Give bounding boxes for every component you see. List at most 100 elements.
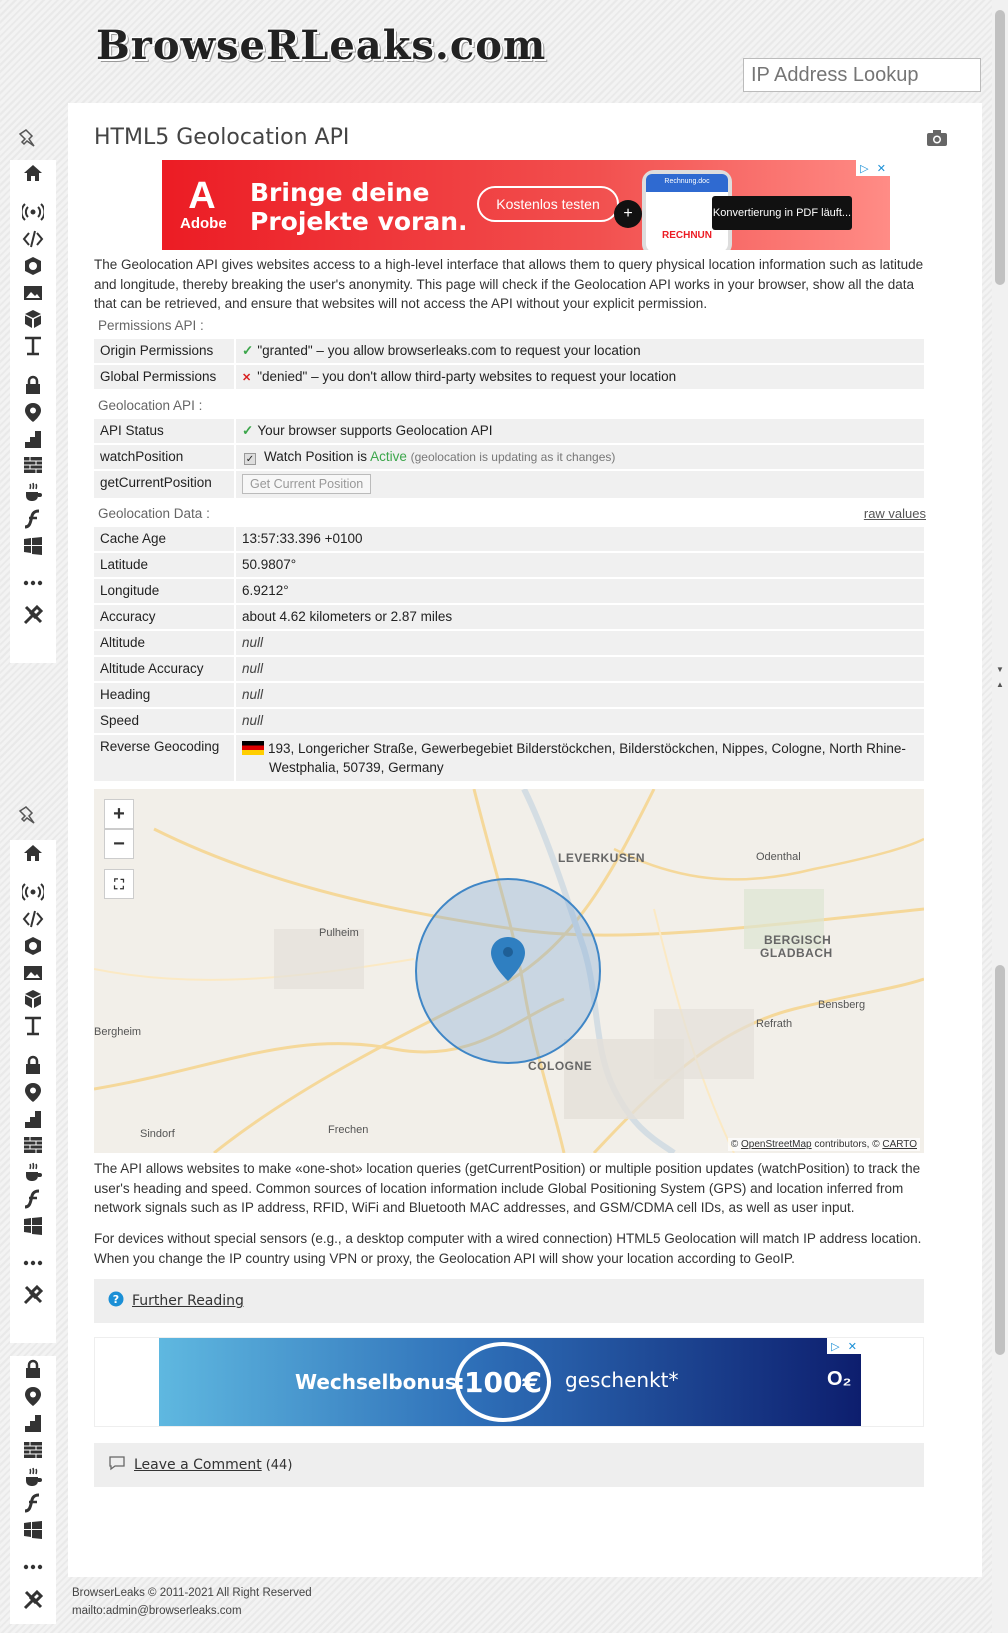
ad-text: Wechselbonus: xyxy=(295,1370,465,1394)
description-paragraph: The API allows websites to make «one-sho… xyxy=(94,1161,921,1215)
openstreetmap-link[interactable]: OpenStreetMap xyxy=(741,1139,812,1150)
tools-icon[interactable] xyxy=(10,1586,56,1613)
image-icon[interactable] xyxy=(10,959,56,986)
map-label: Frechen xyxy=(328,1124,369,1136)
flash-icon[interactable] xyxy=(10,1490,56,1517)
tools-icon[interactable] xyxy=(10,602,56,629)
permissions-label: Permissions API : xyxy=(98,318,204,333)
advertisement-banner[interactable]: Wechselbonus: 100€ geschenkt* O₂ ▷ ✕ xyxy=(159,1338,861,1426)
get-current-position-button[interactable]: Get Current Position xyxy=(242,474,372,494)
pin-icon[interactable] xyxy=(18,805,40,832)
table-row: watchPosition ✓ Watch Position is Active … xyxy=(94,445,924,469)
row-key: Speed xyxy=(94,709,236,733)
java-icon[interactable] xyxy=(10,1463,56,1490)
zoom-out-button[interactable]: − xyxy=(104,829,134,859)
table-row: Cache Age 13:57:33.396 +0100 xyxy=(94,527,924,551)
windows-icon[interactable] xyxy=(10,1212,56,1239)
scroll-up-arrow[interactable]: ▲ xyxy=(996,680,1004,689)
row-value: "denied" – you don't allow third-party w… xyxy=(257,369,677,384)
permissions-table: Origin Permissions ✓ "granted" – you allo… xyxy=(94,339,924,391)
raw-values-link[interactable]: raw values xyxy=(864,506,926,521)
code-icon[interactable] xyxy=(10,226,56,253)
location-icon[interactable] xyxy=(10,398,56,425)
code-icon[interactable] xyxy=(10,906,56,933)
adobe-logo: A Adobe xyxy=(180,175,227,232)
row-value: 50.9807° xyxy=(242,557,297,572)
flash-icon[interactable] xyxy=(10,506,56,533)
cross-icon: ✕ xyxy=(242,372,252,384)
scroll-down-arrow[interactable]: ▼ xyxy=(996,665,1004,674)
watch-label: Watch Position is xyxy=(264,449,368,464)
leave-comment-link[interactable]: Leave a Comment xyxy=(134,1457,262,1473)
map-tiles xyxy=(94,789,924,1153)
font-icon[interactable] xyxy=(10,333,56,360)
bricks-icon[interactable] xyxy=(10,452,56,479)
lock-icon[interactable] xyxy=(10,1356,56,1383)
table-row: Heading null xyxy=(94,683,924,707)
advertisement-banner[interactable]: A Adobe Bringe deine Projekte voran. Kos… xyxy=(162,160,890,250)
advertisement-container: Wechselbonus: 100€ geschenkt* O₂ ▷ ✕ xyxy=(94,1337,924,1427)
row-key: Altitude xyxy=(94,631,236,655)
map-label: COLOGNE xyxy=(528,1059,593,1073)
signal-icon[interactable] xyxy=(10,879,56,906)
watch-note: (geolocation is updating as it changes) xyxy=(410,450,616,464)
home-icon[interactable] xyxy=(10,840,56,867)
chart-icon[interactable] xyxy=(10,425,56,452)
webgl-icon[interactable] xyxy=(10,932,56,959)
java-icon[interactable] xyxy=(10,479,56,506)
signal-icon[interactable] xyxy=(10,199,56,226)
location-icon[interactable] xyxy=(10,1383,56,1410)
geolocation-data-table: Cache Age 13:57:33.396 +0100 Latitude 50.9… xyxy=(94,527,924,783)
bricks-icon[interactable] xyxy=(10,1132,56,1159)
image-icon[interactable] xyxy=(10,279,56,306)
cube-icon[interactable] xyxy=(10,986,56,1013)
cube-icon[interactable] xyxy=(10,306,56,333)
scroll-thumb[interactable] xyxy=(995,10,1005,285)
chart-icon[interactable] xyxy=(10,1105,56,1132)
watch-position-checkbox[interactable]: ✓ xyxy=(244,453,256,465)
row-key: Longitude xyxy=(94,579,236,603)
lock-icon[interactable] xyxy=(10,1052,56,1079)
comment-icon xyxy=(108,1455,126,1475)
scroll-thumb[interactable] xyxy=(995,965,1005,1355)
row-key: Altitude Accuracy xyxy=(94,657,236,681)
location-icon[interactable] xyxy=(10,1078,56,1105)
reverse-geocoding-value: Westphalia, 50739, Germany xyxy=(269,760,444,775)
webgl-icon[interactable] xyxy=(10,252,56,279)
row-value: 6.9212° xyxy=(242,583,289,598)
flash-icon[interactable] xyxy=(10,1186,56,1213)
tools-icon[interactable] xyxy=(10,1282,56,1309)
row-key: API Status xyxy=(94,419,236,443)
ad-cta-button[interactable]: Kostenlos testen xyxy=(477,186,619,222)
windows-icon[interactable] xyxy=(10,1517,56,1544)
chart-icon[interactable] xyxy=(10,1410,56,1437)
more-icon[interactable] xyxy=(10,569,56,596)
location-map[interactable]: + − ⛶ LEVERKUSEN Odenthal Pulheim BERGIS… xyxy=(94,789,924,1153)
further-reading-link[interactable]: Further Reading xyxy=(132,1293,244,1309)
ip-lookup-input[interactable] xyxy=(744,59,1008,91)
bricks-icon[interactable] xyxy=(10,1436,56,1463)
camera-icon[interactable] xyxy=(926,129,948,152)
footer-mail-link[interactable]: mailto:admin@browserleaks.com xyxy=(72,1602,312,1620)
fullscreen-icon[interactable]: ⛶ xyxy=(104,869,134,899)
sidebar-nav xyxy=(10,840,56,1343)
svg-text:?: ? xyxy=(113,1293,119,1306)
site-logo[interactable]: BrowseRLeaks.com xyxy=(96,22,546,86)
zoom-in-button[interactable]: + xyxy=(104,799,134,829)
carto-link[interactable]: CARTO xyxy=(882,1139,917,1150)
map-label: Odenthal xyxy=(756,851,801,863)
ad-choices-icon[interactable]: ▷ ✕ xyxy=(856,160,890,176)
ad-brand-logo: O₂ xyxy=(827,1368,852,1390)
footer-copyright: BrowserLeaks © 2011-2021 All Right Reser… xyxy=(72,1587,312,1599)
scrollbar[interactable]: ▼ ▲ xyxy=(992,0,1008,1633)
more-icon[interactable] xyxy=(10,1554,56,1581)
font-icon[interactable] xyxy=(10,1013,56,1040)
windows-icon[interactable] xyxy=(10,532,56,559)
java-icon[interactable] xyxy=(10,1159,56,1186)
pin-icon[interactable] xyxy=(18,128,40,155)
more-icon[interactable] xyxy=(10,1249,56,1276)
ad-choices-icon[interactable]: ▷ ✕ xyxy=(827,1338,861,1354)
lock-icon[interactable] xyxy=(10,372,56,399)
ad-toast: Konvertierung in PDF läuft... xyxy=(712,196,852,230)
home-icon[interactable] xyxy=(10,160,56,187)
